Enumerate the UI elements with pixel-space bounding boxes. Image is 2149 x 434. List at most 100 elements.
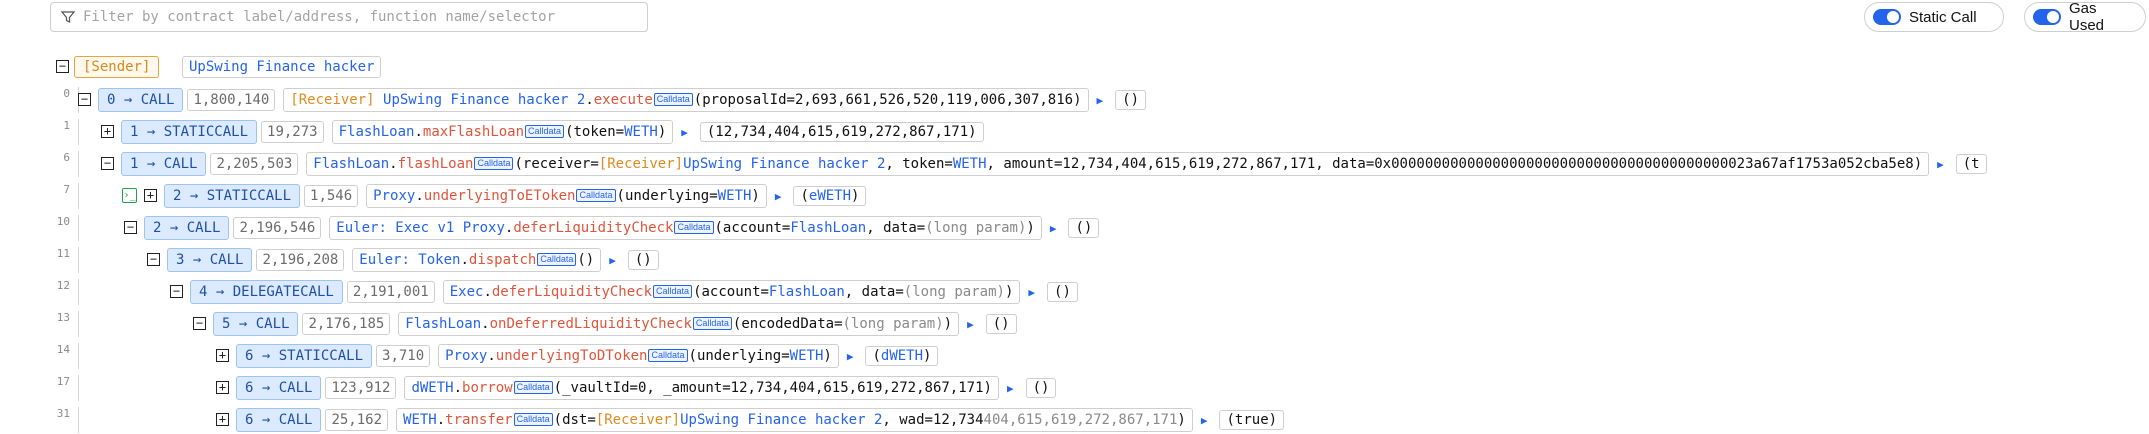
expand-button[interactable]: + bbox=[216, 381, 229, 394]
trace-row: 10 −2 → CALL 2,196,546 Euler: Exec v1 Proxy… bbox=[0, 215, 2149, 241]
function-call[interactable]: Euler: Token.dispatch Calldata() bbox=[352, 248, 602, 272]
calldata-badge[interactable]: Calldata bbox=[674, 221, 714, 234]
static-call-toggle[interactable]: Static Call bbox=[1864, 2, 2004, 32]
static-call-switch[interactable] bbox=[1873, 9, 1901, 25]
calldata-badge[interactable]: Calldata bbox=[648, 349, 688, 362]
call-type-badge[interactable]: 5 → CALL bbox=[213, 312, 299, 336]
collapse-button[interactable]: − bbox=[170, 285, 183, 298]
calldata-badge[interactable]: Calldata bbox=[474, 157, 514, 170]
function-part[interactable]: WETH bbox=[403, 412, 437, 428]
function-call[interactable]: Exec.deferLiquidityCheck Calldata (account… bbox=[442, 280, 1021, 304]
function-part[interactable]: Proxy bbox=[445, 348, 487, 364]
function-call[interactable]: FlashLoan.onDeferredLiquidityCheck Callda… bbox=[398, 312, 960, 336]
filter-box[interactable] bbox=[50, 2, 648, 32]
function-part: ) bbox=[1004, 284, 1014, 300]
function-call[interactable]: WETH.transfer Calldata (dst=[Receiver]UpSw… bbox=[396, 408, 1193, 432]
call-type-badge[interactable]: 6 → STATICCALL bbox=[236, 344, 373, 368]
call-detail: FlashLoan.flashLoan Calldata (receiver=[Re… bbox=[306, 152, 1987, 176]
function-part: . bbox=[585, 92, 594, 108]
call-detail: Proxy.underlyingToEToken Calldata (underly… bbox=[366, 184, 867, 208]
collapse-button[interactable]: − bbox=[147, 253, 160, 266]
function-call[interactable]: [Receiver] UpSwing Finance hacker 2.exec… bbox=[283, 88, 1089, 112]
function-part[interactable]: UpSwing Finance hacker 2 bbox=[683, 156, 885, 172]
function-call[interactable]: FlashLoan.maxFlashLoan Calldata (token=WET… bbox=[331, 120, 674, 144]
function-part[interactable]: WETH bbox=[953, 156, 987, 172]
line-number: 14 bbox=[56, 343, 70, 356]
function-call[interactable]: dWETH.borrow Calldata (_vaultId=0, _amount… bbox=[404, 376, 999, 400]
function-call[interactable]: FlashLoan.flashLoan Calldata (receiver=[Re… bbox=[306, 152, 1930, 176]
function-part: . bbox=[414, 124, 423, 140]
call-type-badge[interactable]: 3 → CALL bbox=[167, 248, 253, 272]
collapse-button[interactable]: − bbox=[78, 93, 91, 106]
return-part[interactable]: dWETH bbox=[881, 348, 923, 364]
function-part[interactable]: FlashLoan bbox=[405, 316, 481, 332]
function-part[interactable]: Euler: Exec v1 Proxy bbox=[336, 220, 505, 236]
call-detail: Proxy.underlyingToDToken Calldata (underly… bbox=[438, 344, 939, 368]
function-part[interactable]: FlashLoan bbox=[790, 220, 866, 236]
expand-button[interactable]: + bbox=[216, 349, 229, 362]
function-part[interactable]: WETH bbox=[790, 348, 824, 364]
collapse-button[interactable]: − bbox=[193, 317, 206, 330]
gas-used-toggle[interactable]: Gas Used bbox=[2024, 0, 2146, 34]
sender-name[interactable]: UpSwing Finance hacker bbox=[182, 56, 382, 78]
calldata-badge[interactable]: Calldata bbox=[653, 285, 693, 298]
function-part[interactable]: WETH bbox=[624, 124, 658, 140]
return-value: () bbox=[1025, 378, 1057, 398]
function-part[interactable]: FlashLoan bbox=[769, 284, 845, 300]
return-part: () bbox=[1075, 220, 1093, 236]
call-detail: Euler: Token.dispatch Calldata() ▶() bbox=[352, 248, 659, 272]
expand-button[interactable]: + bbox=[101, 125, 114, 138]
calldata-badge[interactable]: Calldata bbox=[513, 381, 553, 394]
calldata-badge[interactable]: Calldata bbox=[525, 125, 565, 138]
function-part: . bbox=[415, 188, 424, 204]
calldata-badge[interactable]: Calldata bbox=[576, 189, 616, 202]
function-part[interactable]: Exec bbox=[450, 284, 484, 300]
function-part[interactable]: [Receiver] bbox=[290, 92, 383, 108]
function-part: (long param) bbox=[925, 220, 1027, 236]
calldata-badge[interactable]: Calldata bbox=[653, 93, 693, 106]
function-part[interactable]: Proxy bbox=[373, 188, 415, 204]
collapse-button[interactable]: − bbox=[101, 157, 114, 170]
call-type-badge[interactable]: 1 → STATICCALL bbox=[121, 120, 258, 144]
line-number: 13 bbox=[56, 311, 70, 324]
call-type-badge[interactable]: 2 → CALL bbox=[144, 216, 230, 240]
call-type-badge[interactable]: 1 → CALL bbox=[121, 152, 207, 176]
collapse-button[interactable]: − bbox=[124, 221, 137, 234]
call-type-badge[interactable]: 2 → STATICCALL bbox=[164, 184, 301, 208]
expand-button[interactable]: + bbox=[144, 189, 157, 202]
function-part: (proposalId=2,693,661,526,520,119,006,30… bbox=[693, 92, 1082, 108]
function-part[interactable]: dWETH bbox=[411, 380, 453, 396]
collapse-root-button[interactable]: − bbox=[56, 60, 69, 73]
function-call[interactable]: Proxy.underlyingToEToken Calldata (underly… bbox=[366, 184, 767, 208]
call-type-badge[interactable]: 0 → CALL bbox=[98, 88, 184, 112]
function-part: deferLiquidityCheck bbox=[491, 284, 653, 300]
trace-row: 7 ›_ +2 → STATICCALL 1,546 Proxy.underlyingT… bbox=[0, 183, 2149, 209]
terminal-icon[interactable]: ›_ bbox=[122, 188, 137, 203]
filter-input[interactable] bbox=[81, 8, 647, 26]
return-arrow-icon: ▶ bbox=[681, 125, 688, 139]
call-type-badge[interactable]: 6 → CALL bbox=[236, 376, 322, 400]
function-part[interactable]: UpSwing Finance hacker 2 bbox=[383, 92, 585, 108]
function-call[interactable]: Euler: Exec v1 Proxy.deferLiquidityCheck… bbox=[329, 216, 1042, 240]
calldata-badge[interactable]: Calldata bbox=[692, 317, 732, 330]
function-part[interactable]: [Receiver] bbox=[596, 412, 680, 428]
function-part[interactable]: FlashLoan bbox=[313, 156, 389, 172]
calldata-badge[interactable]: Calldata bbox=[537, 253, 577, 266]
line-number: 7 bbox=[63, 183, 70, 196]
calldata-badge[interactable]: Calldata bbox=[513, 413, 553, 426]
function-call[interactable]: Proxy.underlyingToDToken Calldata (underly… bbox=[438, 344, 839, 368]
function-part[interactable]: UpSwing Finance hacker 2 bbox=[680, 412, 882, 428]
call-type-badge[interactable]: 6 → CALL bbox=[236, 408, 322, 432]
function-part[interactable]: FlashLoan bbox=[339, 124, 415, 140]
return-part[interactable]: eWETH bbox=[809, 188, 851, 204]
function-part[interactable]: Euler: Token bbox=[359, 252, 460, 268]
call-type-badge[interactable]: 4 → DELEGATECALL bbox=[190, 280, 343, 304]
gas-used-switch[interactable] bbox=[2033, 9, 2061, 25]
gas-used: 2,176,185 bbox=[302, 313, 391, 335]
function-part[interactable]: WETH bbox=[718, 188, 752, 204]
expand-button[interactable]: + bbox=[216, 413, 229, 426]
function-part: . bbox=[436, 412, 446, 428]
function-part[interactable]: [Receiver] bbox=[599, 156, 683, 172]
return-part: ) bbox=[923, 348, 932, 364]
function-part: onDeferredLiquidityCheck bbox=[489, 316, 692, 332]
